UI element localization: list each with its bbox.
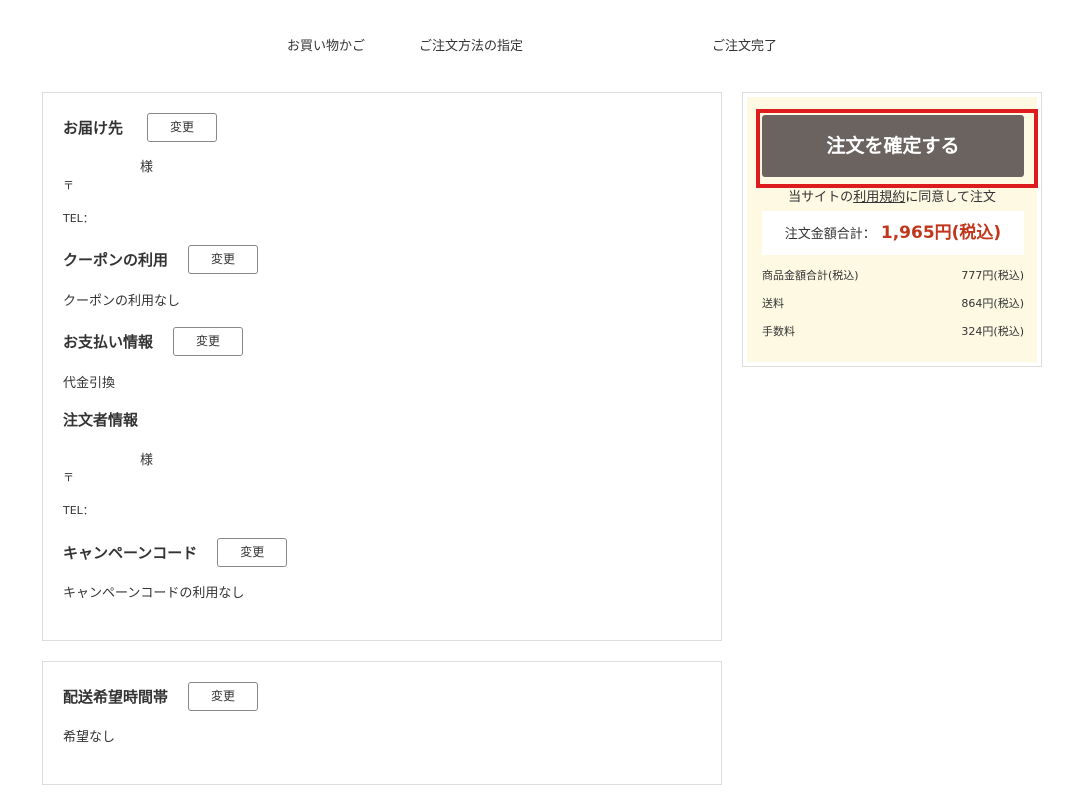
campaign-change-button[interactable]: 変更: [217, 538, 288, 567]
delivery-change-button[interactable]: 変更: [147, 113, 218, 142]
confirm-order-button[interactable]: 注文を確定する: [762, 115, 1024, 177]
delivery-time-value: 希望なし: [63, 730, 116, 745]
delivery-name-suffix: 様: [140, 160, 154, 175]
agree-prefix: 当サイトの: [788, 190, 854, 205]
subtotal-label: 商品金額合計(税込): [762, 269, 859, 282]
orderer-tel: TEL：: [63, 504, 94, 517]
orderer-postal: 〒: [63, 471, 74, 484]
orderer-header: 注文者情報: [63, 409, 138, 430]
campaign-title: キャンペーンコード: [63, 544, 198, 562]
payment-value: 代金引換: [63, 376, 116, 391]
coupon-change-button[interactable]: 変更: [188, 245, 259, 274]
fee-label: 手数料: [762, 325, 795, 338]
payment-header: お支払い情報 変更: [63, 327, 244, 356]
fee-value: 324円(税込): [961, 325, 1024, 338]
delivery-time-header: 配送希望時間帯 変更: [63, 682, 259, 711]
coupon-title: クーポンの利用: [63, 251, 169, 269]
terms-link[interactable]: 利用規約: [853, 190, 905, 205]
delivery-time-title: 配送希望時間帯: [63, 688, 169, 706]
shipping-label: 送料: [762, 297, 784, 310]
delivery-time-panel: 配送希望時間帯 変更 希望なし: [42, 661, 722, 785]
delivery-title: お届け先: [63, 119, 124, 137]
payment-change-button[interactable]: 変更: [173, 327, 244, 356]
order-summary-inner: 注文を確定する 当サイトの利用規約に同意して注文 注文金額合計： 1,965円(…: [747, 97, 1038, 362]
subtotal-value: 777円(税込): [961, 269, 1024, 282]
checkout-steps: お買い物かご ご注文方法の指定 ご注文の確認 ご注文完了: [0, 21, 1082, 71]
delivery-tel: TEL：: [63, 212, 94, 225]
orderer-title: 注文者情報: [63, 411, 139, 429]
agree-suffix: に同意して注文: [905, 190, 996, 205]
order-total-box: 注文金額合計： 1,965円(税込): [762, 211, 1024, 255]
step-confirm-active: ご注文の確認: [564, 21, 688, 71]
campaign-value: キャンペーンコードの利用なし: [63, 586, 245, 601]
shipping-value: 864円(税込): [961, 297, 1024, 310]
orderer-name-suffix: 様: [140, 453, 154, 468]
step-order-method: ご注文方法の指定: [419, 39, 524, 54]
terms-agreement: 当サイトの利用規約に同意して注文: [747, 186, 1037, 205]
order-total-label: 注文金額合計：: [784, 227, 876, 242]
delivery-time-change-button[interactable]: 変更: [188, 682, 259, 711]
delivery-header: お届け先 変更: [63, 113, 218, 142]
step-complete: ご注文完了: [712, 39, 778, 54]
coupon-value: クーポンの利用なし: [63, 294, 181, 309]
campaign-header: キャンペーンコード 変更: [63, 538, 288, 567]
coupon-header: クーポンの利用 変更: [63, 245, 259, 274]
order-total-value: 1,965円(税込): [880, 223, 1002, 243]
step-confirm-label: ご注文の確認: [580, 39, 659, 54]
delivery-postal: 〒: [63, 179, 74, 192]
order-info-panel: お届け先 変更 様 〒 TEL： クーポンの利用 変更 クーポンの利用なし お支…: [42, 92, 722, 641]
order-summary: 注文を確定する 当サイトの利用規約に同意して注文 注文金額合計： 1,965円(…: [742, 92, 1042, 367]
step-cart: お買い物かご: [287, 39, 366, 54]
payment-title: お支払い情報: [63, 333, 154, 351]
